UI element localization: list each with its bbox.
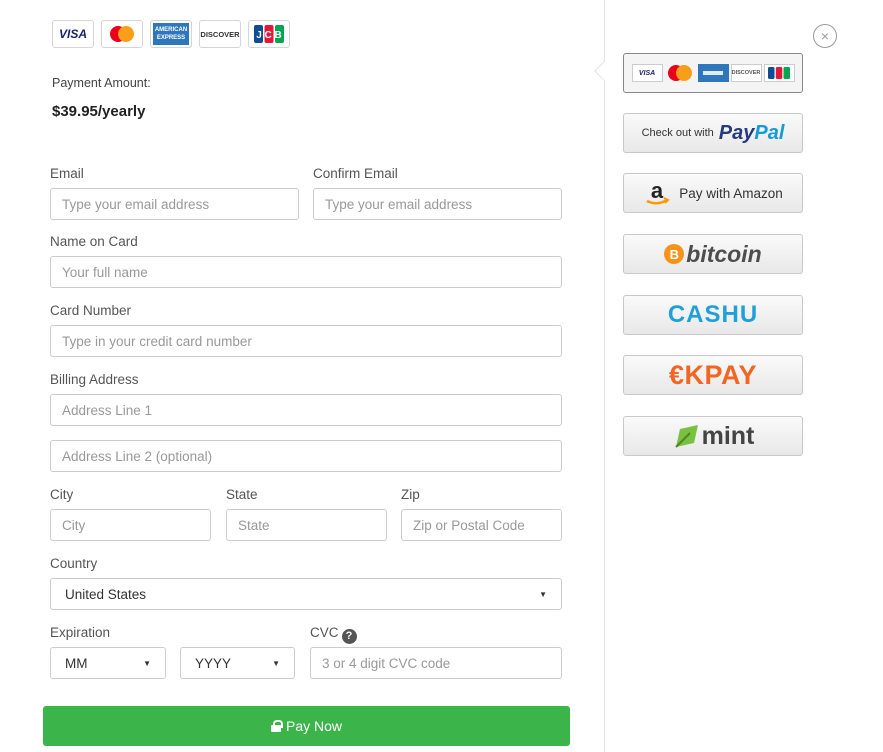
state-field[interactable] [226,509,387,541]
bitcoin-icon: B [664,244,685,264]
jcb-mini-icon [763,64,795,82]
card-number-label: Card Number [50,303,132,318]
help-icon[interactable]: ? [341,628,357,644]
close-icon: × [820,28,830,44]
state-label: State [226,487,258,502]
city-field[interactable] [50,509,211,541]
address-line1-field[interactable] [50,394,562,426]
close-button[interactable]: × [813,24,837,48]
expiration-month-value: MM [65,655,88,671]
visa-logo: VISA [52,20,94,48]
expiration-year-select[interactable]: YYYY ▼ [180,647,295,679]
jcb-icon: J C B [254,25,284,43]
cvc-label: CVC [310,625,339,640]
pay-now-label: Pay Now [285,718,343,734]
discover-logo: DISCOVER [199,20,241,48]
dropdown-arrow-icon: ▼ [539,589,547,599]
name-on-card-field[interactable] [50,256,562,288]
address-line2-field[interactable] [50,440,562,472]
mastercard-logo [101,20,143,48]
zip-field[interactable] [401,509,562,541]
credit-card-method-button[interactable]: VISA DISCOVER [623,53,803,93]
mini-card-logos: VISA DISCOVER [631,64,795,82]
email-field[interactable] [50,188,299,220]
country-value: United States [65,586,147,602]
dropdown-arrow-icon: ▼ [143,658,151,668]
city-label: City [50,487,74,502]
discover-mini-logo: DISCOVER [730,64,762,82]
cashu-label: CASHU [667,301,759,328]
cvc-label-wrap: CVC? [310,625,357,644]
dropdown-arrow-icon: ▼ [272,658,280,668]
visa-mini-logo: VISA [631,64,663,82]
paypal-prefix: Check out with [641,127,714,139]
jcb-logo: J C B [248,20,290,48]
pay-now-button[interactable]: Pay Now [43,706,570,746]
bitcoin-method-button[interactable]: B bitcoin [623,234,803,274]
paypal-logo-pay: Pay [718,121,755,144]
card-number-field[interactable] [50,325,562,357]
mastercard-icon [110,26,134,42]
amazon-method-button[interactable]: a Pay with Amazon [623,173,803,213]
cashu-method-button[interactable]: CASHU [623,295,803,335]
expiration-label: Expiration [50,625,111,640]
expiration-month-select[interactable]: MM ▼ [50,647,166,679]
country-select[interactable]: United States ▼ [50,578,562,610]
svg-text:a: a [651,179,664,203]
billing-address-label: Billing Address [50,372,139,387]
amex-mini-icon [697,64,729,82]
paypal-logo-pal: Pal [754,121,785,144]
svg-text:J C B: J C B [256,30,282,41]
paypal-method-button[interactable]: Check out with Pay Pal [623,113,803,153]
expiration-year-value: YYYY [195,655,232,671]
name-on-card-label: Name on Card [50,234,138,249]
payment-amount-label: Payment Amount: [52,76,151,90]
lock-icon [270,720,283,732]
okpay-method-button[interactable]: €KPAY [623,355,803,395]
amex-logo: AMERICAN EXPRESS [150,20,192,48]
accepted-cards: VISA AMERICAN EXPRESS DISCOVER J C B [52,20,290,48]
email-label: Email [50,166,84,181]
mastercard-mini-icon [665,64,696,82]
mint-method-button[interactable]: mint [623,416,803,456]
okpay-label: €KPAY [668,359,758,390]
cvc-field[interactable] [310,647,562,679]
confirm-email-field[interactable] [313,188,562,220]
mint-label: mint [701,421,755,450]
payment-methods-panel: × VISA DISCOVER Check out with PayPal a [594,0,883,752]
amazon-icon: a [643,179,671,207]
payment-form-panel: VISA AMERICAN EXPRESS DISCOVER J C B Pay… [0,0,604,752]
amazon-label: Pay with Amazon [679,185,783,201]
country-label: Country [50,556,98,571]
bitcoin-label: bitcoin [686,240,762,267]
mint-leaf-icon [674,425,698,448]
confirm-email-label: Confirm Email [313,166,398,181]
zip-label: Zip [401,487,420,502]
payment-amount: $39.95/yearly [52,103,146,120]
